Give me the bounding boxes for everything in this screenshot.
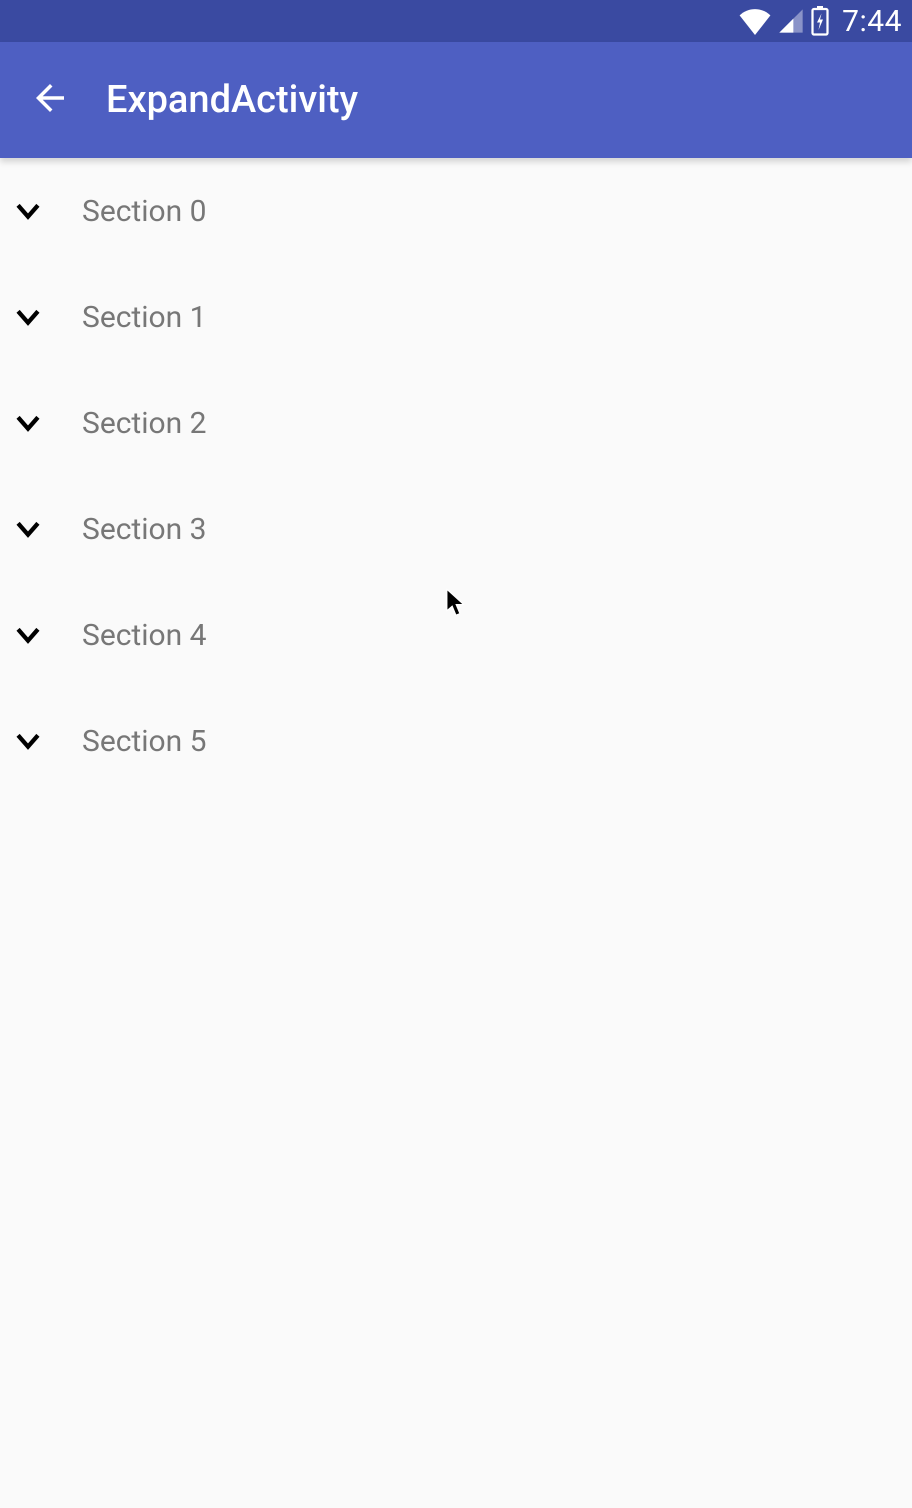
app-bar: ExpandActivity	[0, 42, 912, 158]
section-label: Section 2	[82, 406, 207, 441]
section-label: Section 4	[82, 618, 207, 653]
battery-charging-icon	[810, 6, 830, 36]
back-button[interactable]	[18, 68, 82, 132]
page-title: ExpandActivity	[106, 78, 358, 122]
section-row-1[interactable]: Section 1	[0, 264, 912, 370]
section-label: Section 5	[82, 724, 207, 759]
chevron-down-icon	[10, 724, 46, 758]
section-row-0[interactable]: Section 0	[0, 158, 912, 264]
chevron-down-icon	[10, 512, 46, 546]
section-row-5[interactable]: Section 5	[0, 688, 912, 794]
section-row-4[interactable]: Section 4	[0, 582, 912, 688]
wifi-icon	[738, 7, 772, 35]
chevron-down-icon	[10, 618, 46, 652]
section-label: Section 3	[82, 512, 207, 547]
chevron-down-icon	[10, 406, 46, 440]
section-row-3[interactable]: Section 3	[0, 476, 912, 582]
section-row-2[interactable]: Section 2	[0, 370, 912, 476]
status-time: 7:44	[842, 4, 902, 39]
status-bar: 7:44	[0, 0, 912, 42]
content-area: Section 0 Section 1 Section 2 Section 3	[0, 158, 912, 794]
section-label: Section 0	[82, 194, 207, 229]
chevron-down-icon	[10, 300, 46, 334]
status-icons: 7:44	[738, 4, 902, 39]
cellular-icon	[776, 7, 806, 35]
chevron-down-icon	[10, 194, 46, 228]
arrow-back-icon	[29, 77, 71, 123]
section-label: Section 1	[82, 300, 207, 335]
